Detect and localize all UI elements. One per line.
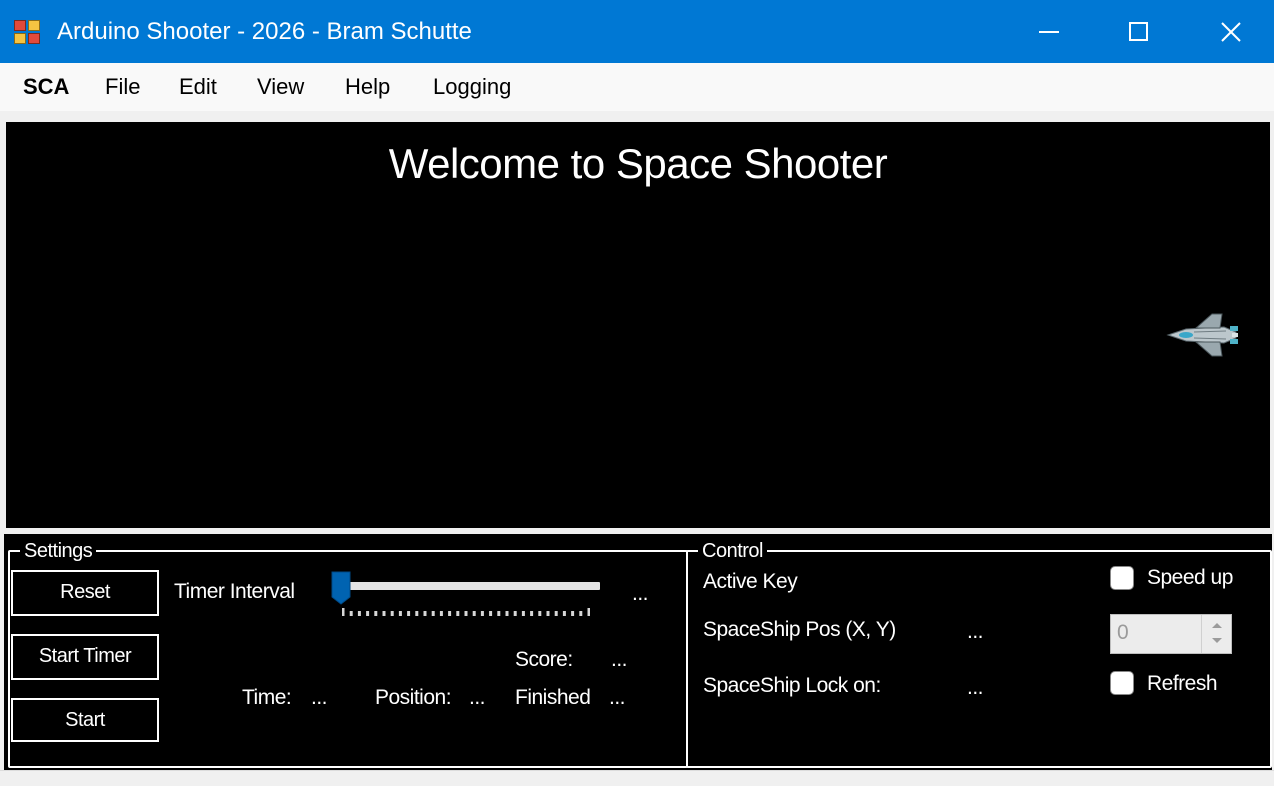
timer-interval-slider-track[interactable]	[342, 582, 600, 590]
refresh-checkbox[interactable]	[1110, 671, 1134, 695]
menu-item-logging[interactable]: Logging	[433, 74, 511, 100]
numeric-spin-buttons[interactable]	[1201, 615, 1231, 653]
menu-item-view[interactable]: View	[257, 74, 304, 100]
finished-value: ...	[609, 686, 626, 709]
timer-interval-label: Timer Interval	[174, 580, 295, 603]
app-window: Arduino Shooter - 2026 - Bram Schutte SC…	[0, 0, 1274, 786]
timer-interval-slider-thumb[interactable]	[331, 571, 351, 605]
control-group-label: Control	[698, 540, 767, 563]
title-bar[interactable]: Arduino Shooter - 2026 - Bram Schutte	[0, 0, 1274, 63]
menu-item-help[interactable]: Help	[345, 74, 390, 100]
finished-label: Finished	[515, 686, 591, 709]
window-title: Arduino Shooter - 2026 - Bram Schutte	[57, 18, 472, 45]
score-value: ...	[611, 648, 628, 671]
bottom-panel: Settings Reset Start Timer Start Timer I…	[4, 534, 1272, 770]
maximize-button[interactable]	[1092, 0, 1184, 63]
menu-item-sca[interactable]: SCA	[23, 74, 69, 100]
spaceship-sprite	[1166, 313, 1238, 357]
ship-lock-label: SpaceShip Lock on:	[703, 674, 881, 697]
menu-item-file[interactable]: File	[105, 74, 140, 100]
time-value: ...	[311, 686, 328, 709]
minimize-icon	[1039, 31, 1059, 33]
timer-interval-value: ...	[632, 582, 649, 605]
position-value: ...	[469, 686, 486, 709]
reset-button[interactable]: Reset	[11, 570, 159, 616]
close-icon	[1221, 22, 1241, 42]
numeric-value[interactable]: 0	[1117, 621, 1129, 645]
ship-pos-value: ...	[967, 620, 984, 643]
ship-lock-value: ...	[967, 676, 984, 699]
menu-item-edit[interactable]: Edit	[179, 74, 217, 100]
time-label: Time:	[242, 686, 292, 709]
timer-interval-slider-ticks	[342, 608, 590, 616]
start-button[interactable]: Start	[11, 698, 159, 742]
start-timer-button[interactable]: Start Timer	[11, 634, 159, 680]
app-icon	[14, 20, 42, 46]
ship-pos-label: SpaceShip Pos (X, Y)	[703, 618, 896, 641]
score-label: Score:	[515, 648, 573, 671]
game-canvas[interactable]: Welcome to Space Shooter	[6, 122, 1270, 528]
position-label: Position:	[375, 686, 452, 709]
settings-group-label: Settings	[20, 540, 97, 563]
speed-up-checkbox[interactable]	[1110, 566, 1134, 590]
status-bar	[0, 770, 1274, 786]
refresh-label[interactable]: Refresh	[1147, 672, 1218, 696]
spin-down-icon[interactable]	[1211, 637, 1223, 645]
welcome-title: Welcome to Space Shooter	[388, 140, 888, 187]
maximize-icon	[1129, 22, 1148, 41]
menu-bar: SCA File Edit View Help Logging	[0, 63, 1274, 111]
spin-up-icon[interactable]	[1211, 621, 1223, 629]
speed-up-label[interactable]: Speed up	[1147, 566, 1233, 590]
numeric-updown[interactable]: 0	[1110, 614, 1232, 654]
minimize-button[interactable]	[1002, 0, 1094, 63]
close-button[interactable]	[1184, 0, 1274, 63]
active-key-label: Active Key	[703, 570, 798, 593]
